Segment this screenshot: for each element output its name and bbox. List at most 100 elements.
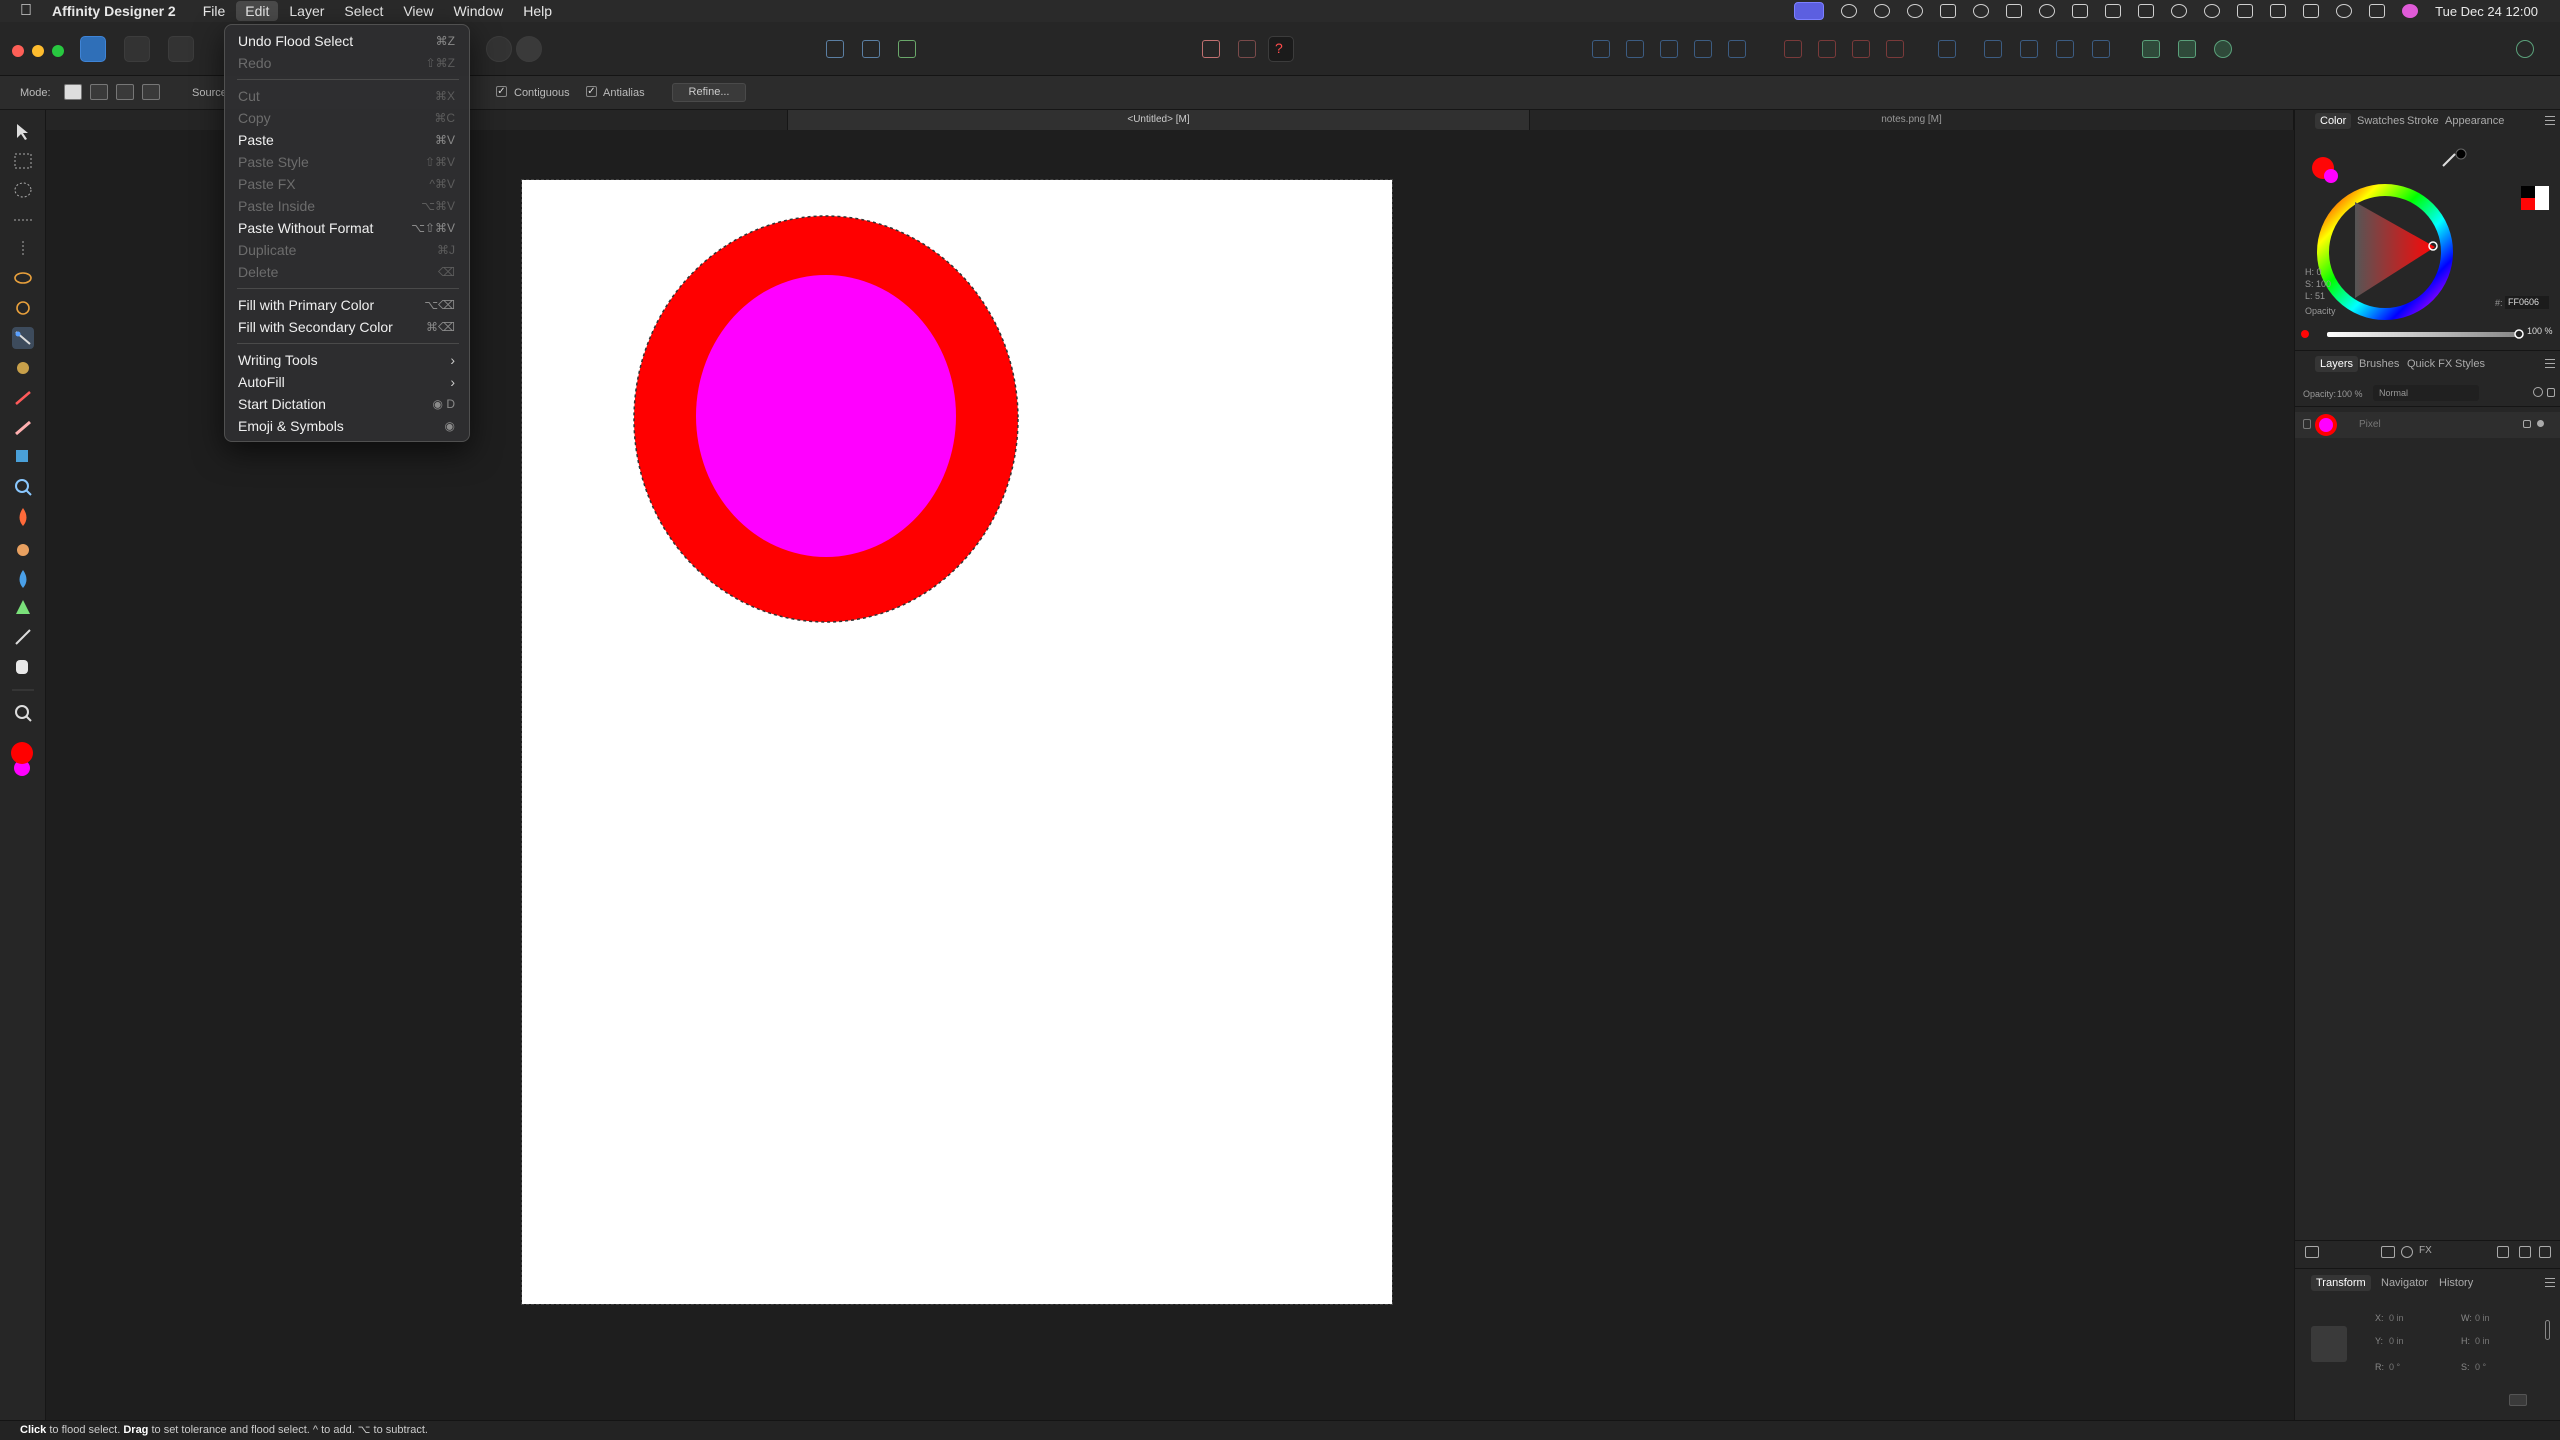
freehand-selection-tool-icon[interactable] (14, 272, 32, 284)
layer-visible-dot-icon[interactable] (2537, 420, 2544, 427)
snapping-icon[interactable] (826, 40, 844, 58)
insert-inside-icon[interactable] (2142, 40, 2160, 58)
contiguous-checkbox[interactable]: ✓ (496, 86, 507, 97)
rectangular-marquee-tool-icon[interactable] (14, 153, 32, 169)
lock-icon[interactable] (2547, 388, 2555, 397)
tab-swatches[interactable]: Swatches (2357, 115, 2405, 127)
rotation-value[interactable]: 0 ° (2389, 1362, 2400, 1372)
black-swatch-icon[interactable] (2455, 148, 2467, 160)
menu-item-emoji-symbols[interactable]: Emoji & Symbols ◉ (231, 415, 463, 437)
menu-item-writing-tools[interactable]: Writing Tools › (231, 349, 463, 371)
add-layer-icon[interactable] (2497, 1246, 2509, 1258)
tab-stroke[interactable]: Stroke (2407, 115, 2439, 127)
eyedropper-icon[interactable] (2442, 153, 2456, 167)
y-value[interactable]: 0 in (2389, 1336, 2404, 1346)
menu-item-fill-with-secondary-color[interactable]: Fill with Secondary Color ⌘⌫ (231, 316, 463, 338)
menu-item-autofill[interactable]: AutoFill › (231, 371, 463, 393)
app-menu[interactable]: Affinity Designer 2 (52, 3, 176, 19)
sync-icon[interactable] (1874, 4, 1891, 18)
transform-panel-menu-icon[interactable] (2545, 1278, 2555, 1287)
refine-button[interactable]: Refine... (672, 83, 746, 102)
pixel-tool-icon[interactable] (17, 362, 29, 374)
flip-horizontal-icon[interactable] (1984, 40, 2002, 58)
align-icon[interactable] (862, 40, 880, 58)
anchor-selector[interactable] (2311, 1326, 2347, 1362)
layers-icon[interactable] (2105, 4, 2122, 18)
layer-lock-icon[interactable] (2523, 420, 2531, 428)
bluetooth-icon[interactable] (2270, 4, 2287, 18)
saturation-triangle[interactable] (2355, 202, 2435, 298)
blend-mode-select[interactable]: Normal (2373, 385, 2479, 401)
boolean-intersect-icon[interactable] (1852, 40, 1870, 58)
secondary-color-swatch[interactable] (2324, 169, 2338, 183)
tab-notes[interactable]: notes.png [M] (1530, 110, 2294, 130)
boolean-xor-icon[interactable] (1886, 40, 1904, 58)
tab-transform[interactable]: Transform (2311, 1275, 2371, 1291)
zoom-window-button[interactable] (52, 45, 64, 57)
tab-styles[interactable]: Styles (2455, 358, 2485, 370)
transform-options-button[interactable] (2509, 1394, 2527, 1406)
arrange-back-icon[interactable] (1592, 40, 1610, 58)
color-swatches-icon[interactable] (11, 742, 33, 776)
erase-brush-tool-icon[interactable] (15, 420, 31, 436)
settings-gear-icon[interactable] (486, 36, 512, 62)
w-value[interactable]: 0 in (2475, 1313, 2490, 1323)
menu-view[interactable]: View (394, 1, 442, 21)
keyboard-icon[interactable] (2237, 4, 2254, 18)
layers-panel-menu-icon[interactable] (2545, 359, 2555, 368)
control-center-icon[interactable] (2369, 4, 2386, 18)
zoom-lens-tool-icon[interactable] (15, 479, 32, 496)
layer-row-pixel[interactable]: Pixel (2295, 412, 2560, 438)
flood-fill-tool-icon[interactable] (16, 450, 28, 462)
battery-icon[interactable] (2303, 4, 2320, 18)
sharpen-tool-icon[interactable] (16, 600, 30, 614)
align-left-icon[interactable] (1938, 40, 1956, 58)
menu-item-paste[interactable]: Paste ⌘V (231, 129, 463, 151)
account-icon[interactable] (2516, 40, 2534, 58)
minimize-window-button[interactable] (32, 45, 44, 57)
adjustment-icon[interactable] (2381, 1246, 2395, 1258)
assistant-icon[interactable]: ? (1268, 36, 1294, 62)
pixel-persona-icon[interactable] (124, 36, 150, 62)
distribute-icon[interactable] (898, 40, 916, 58)
wifi-icon[interactable] (2336, 4, 2353, 18)
menu-item-fill-with-primary-color[interactable]: Fill with Primary Color ⌥⌫ (231, 294, 463, 316)
live-filter-icon[interactable] (2401, 1246, 2413, 1258)
pill-icon[interactable] (2039, 4, 2056, 18)
apple-menu-icon[interactable]:  (20, 2, 38, 20)
mode-subtract-button[interactable] (116, 84, 134, 100)
arrange-group-icon[interactable] (1728, 40, 1746, 58)
menu-edit[interactable]: Edit (236, 1, 279, 21)
insert-top-icon[interactable] (2214, 40, 2232, 58)
aspect-lock-icon[interactable] (2545, 1320, 2550, 1340)
antialias-checkbox[interactable]: ✓ (586, 86, 597, 97)
selection-brush-tool-icon[interactable] (16, 301, 30, 315)
designer-persona-icon[interactable] (80, 36, 106, 62)
menu-item-undo-flood-select[interactable]: Undo Flood Select ⌘Z (231, 30, 463, 52)
boolean-add-icon[interactable] (1784, 40, 1802, 58)
opacity-slider[interactable] (2327, 332, 2517, 337)
arrange-front-icon[interactable] (1694, 40, 1712, 58)
color-picker-tool-icon[interactable] (15, 629, 31, 645)
fx-icon[interactable]: FX (2419, 1245, 2432, 1256)
chat-icon[interactable] (1841, 4, 1858, 18)
group-layer-icon[interactable] (2519, 1246, 2531, 1258)
move-tool-icon[interactable] (17, 124, 28, 140)
export-persona-icon[interactable] (168, 36, 194, 62)
home-icon[interactable] (2138, 4, 2155, 18)
docker-icon[interactable] (1940, 4, 1957, 18)
tab-layers[interactable]: Layers (2315, 356, 2359, 372)
tab-untitled[interactable]: <Untitled> [M] (788, 110, 1530, 130)
hex-input[interactable]: FF0606 (2505, 296, 2549, 309)
burn-tool-icon[interactable] (19, 508, 27, 526)
h-value[interactable]: 0 in (2475, 1336, 2490, 1346)
opacity-slider-handle[interactable] (2514, 329, 2524, 339)
menu-help[interactable]: Help (514, 1, 561, 21)
tab-navigator[interactable]: Navigator (2381, 1277, 2428, 1289)
layer-settings-gear-icon[interactable] (2533, 387, 2543, 397)
mode-new-button[interactable] (64, 84, 82, 100)
vpn-icon[interactable] (1907, 4, 1924, 18)
preferences-icon[interactable] (516, 36, 542, 62)
menu-window[interactable]: Window (444, 1, 512, 21)
paint-brush-tool-icon[interactable] (15, 391, 31, 405)
